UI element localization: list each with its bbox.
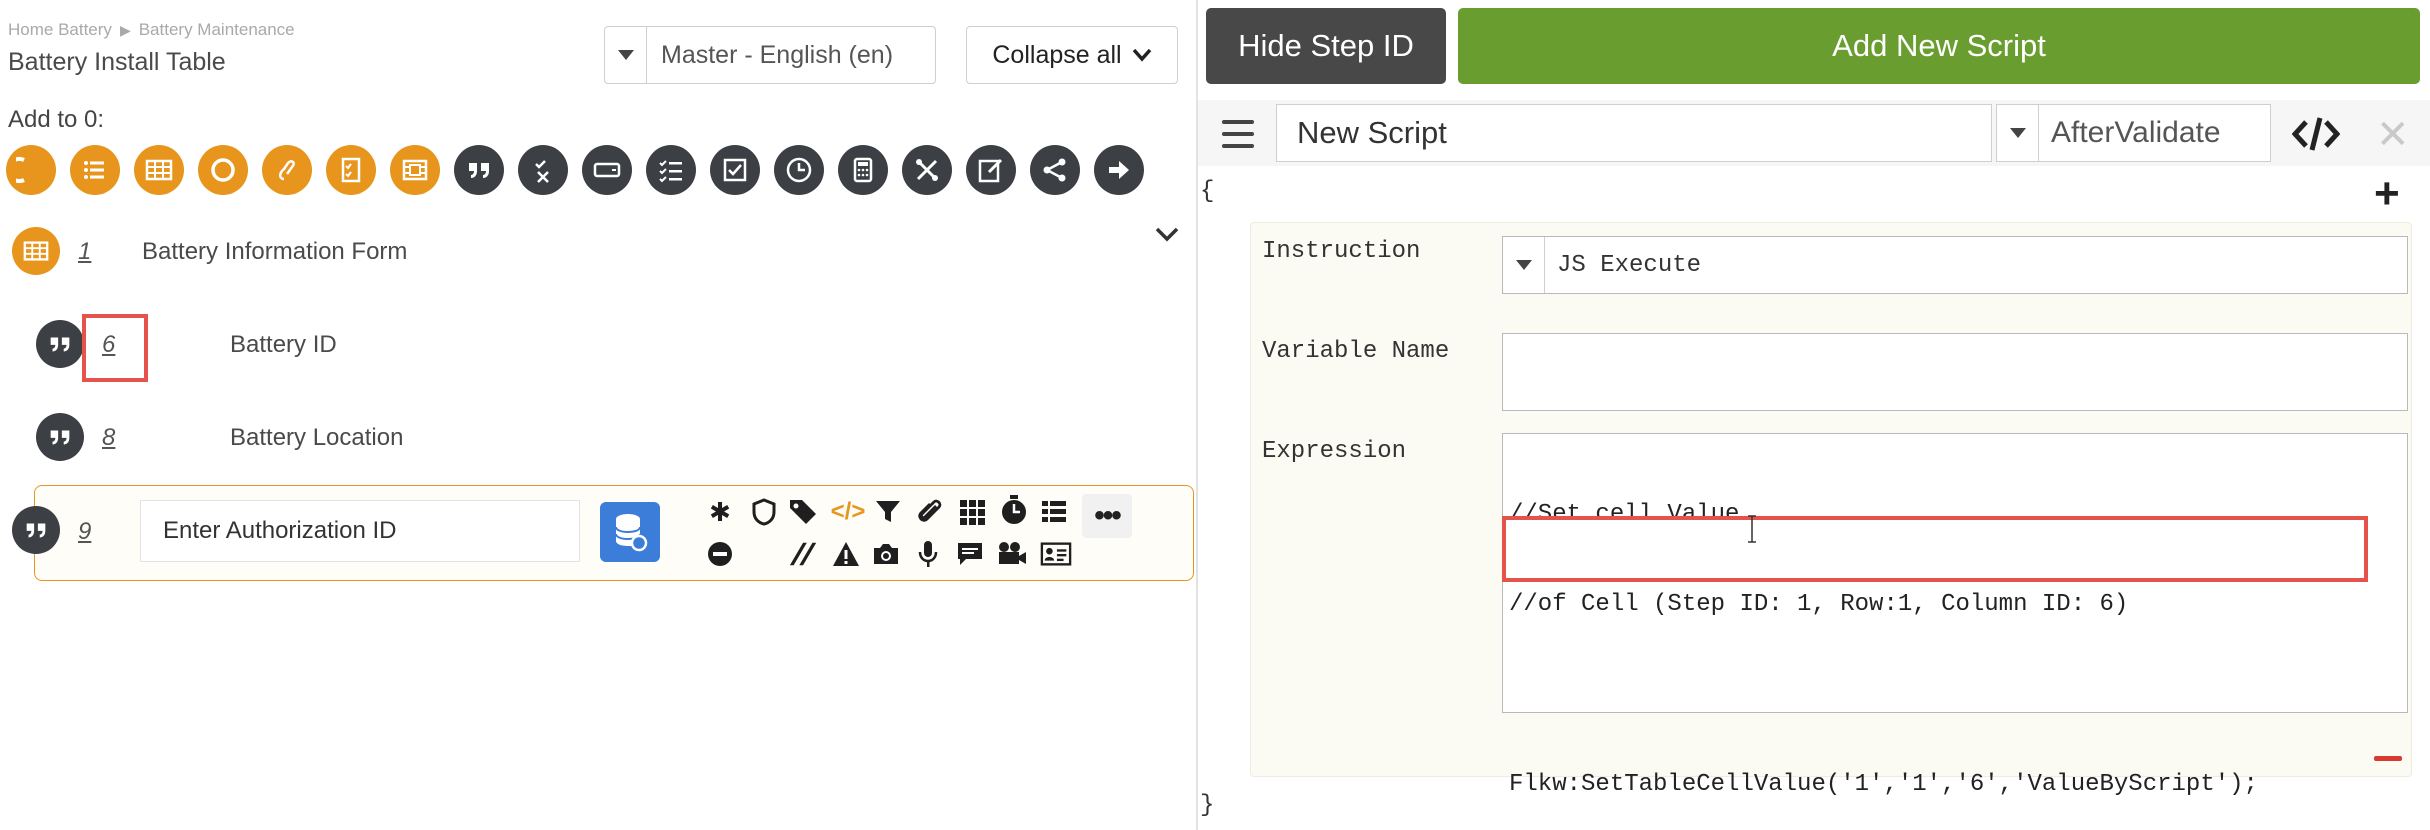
database-link-icon[interactable] xyxy=(600,502,660,562)
table-icon[interactable] xyxy=(134,145,184,195)
film-icon[interactable] xyxy=(390,145,440,195)
instruction-select-value: JS Execute xyxy=(1557,251,1702,279)
text-cursor-icon xyxy=(1748,515,1756,543)
tools-icon[interactable] xyxy=(902,145,952,195)
collapse-all-button[interactable]: Collapse all xyxy=(966,26,1178,84)
list-table-icon[interactable] xyxy=(1038,496,1070,528)
filter-icon[interactable] xyxy=(872,496,904,528)
paperclip-icon[interactable] xyxy=(914,496,946,528)
grid-icon[interactable] xyxy=(956,496,988,528)
page-title: Battery Install Table xyxy=(8,48,226,76)
close-brace: } xyxy=(1200,792,1215,819)
collapse-all-label: Collapse all xyxy=(992,40,1122,69)
id-card-icon[interactable] xyxy=(1040,538,1072,570)
card-icon[interactable] xyxy=(582,145,632,195)
breadcrumb: Home Battery ▶ Battery Maintenance xyxy=(8,20,295,40)
quote-icon[interactable] xyxy=(454,145,504,195)
step-label: Battery ID xyxy=(230,331,337,358)
expression-line: //of Cell (Step ID: 1, Row:1, Column ID:… xyxy=(1509,591,2129,618)
step-number-link[interactable]: 9 xyxy=(78,518,91,546)
microphone-icon[interactable] xyxy=(912,538,944,570)
step-label: Battery Information Form xyxy=(142,238,408,265)
warning-icon[interactable] xyxy=(830,538,862,570)
stopwatch-icon[interactable] xyxy=(998,494,1030,526)
quote-icon xyxy=(36,413,84,461)
slash-ramp-icon[interactable] xyxy=(788,538,820,570)
highlight-box xyxy=(82,314,148,382)
comment-icon[interactable] xyxy=(954,538,986,570)
clock-icon[interactable] xyxy=(774,145,824,195)
step-type-toolbar xyxy=(6,145,1144,195)
partial-circle-icon[interactable] xyxy=(6,145,56,195)
quote-icon xyxy=(12,506,60,554)
step-number-link[interactable]: 1 xyxy=(78,238,91,266)
edit-icon[interactable] xyxy=(966,145,1016,195)
hide-step-id-button[interactable]: Hide Step ID xyxy=(1206,8,1446,84)
caret-down-icon[interactable] xyxy=(1503,237,1545,293)
open-brace: { xyxy=(1200,178,1215,205)
breadcrumb-separator: ▶ xyxy=(119,21,131,38)
chevron-down-icon xyxy=(1132,48,1151,62)
highlight-box xyxy=(1502,516,2368,582)
camera-icon[interactable] xyxy=(870,538,902,570)
link-icon[interactable] xyxy=(262,145,312,195)
instruction-select[interactable]: JS Execute xyxy=(1502,236,2408,294)
variable-name-label: Variable Name xyxy=(1262,338,1450,365)
arrow-right-icon[interactable] xyxy=(1094,145,1144,195)
multi-check-icon[interactable] xyxy=(646,145,696,195)
minus-circle-icon[interactable] xyxy=(704,538,736,570)
table-icon xyxy=(12,227,60,275)
ring-icon[interactable] xyxy=(198,145,248,195)
checklist-icon[interactable] xyxy=(326,145,376,195)
event-select-value: AfterValidate xyxy=(2051,116,2221,149)
tags-icon[interactable] xyxy=(788,496,820,528)
code-view-icon[interactable] xyxy=(2292,114,2340,154)
step-label: Battery Location xyxy=(230,424,404,451)
quote-icon xyxy=(36,320,84,368)
check-x-icon[interactable] xyxy=(518,145,568,195)
instruction-label: Instruction xyxy=(1262,238,1421,265)
chevron-down-icon[interactable] xyxy=(1154,226,1180,244)
variable-name-input[interactable] xyxy=(1502,333,2408,411)
step-label-input[interactable]: Enter Authorization ID xyxy=(140,500,580,562)
asterisk-icon[interactable]: ✱ xyxy=(704,496,736,528)
calculator-icon[interactable] xyxy=(838,145,888,195)
language-select-value: Master - English (en) xyxy=(661,40,894,69)
expression-line xyxy=(1509,680,2401,710)
close-icon[interactable]: ✕ xyxy=(2376,112,2410,158)
add-to-label: Add to 0: xyxy=(8,106,105,133)
video-camera-icon[interactable] xyxy=(996,538,1028,570)
add-instruction-button[interactable]: + xyxy=(2374,172,2400,216)
checkbox-icon[interactable] xyxy=(710,145,760,195)
script-name-input[interactable]: New Script xyxy=(1276,104,1992,162)
script-editor-pane: Hide Step ID Add New Script New Script A… xyxy=(1198,0,2430,830)
language-select[interactable]: Master - English (en) xyxy=(604,26,936,84)
caret-down-icon[interactable] xyxy=(1997,105,2039,161)
share-icon[interactable] xyxy=(1030,145,1080,195)
caret-down-icon[interactable] xyxy=(605,27,647,83)
expression-label: Expression xyxy=(1262,438,1407,465)
remove-instruction-button[interactable] xyxy=(2374,756,2402,761)
step-number-link[interactable]: 8 xyxy=(102,424,115,452)
breadcrumb-item-maintenance[interactable]: Battery Maintenance xyxy=(139,20,295,40)
shield-icon[interactable] xyxy=(748,496,780,528)
add-new-script-button[interactable]: Add New Script xyxy=(1458,8,2420,84)
event-select[interactable]: AfterValidate xyxy=(1996,104,2271,162)
list-icon[interactable] xyxy=(70,145,120,195)
breadcrumb-item-home[interactable]: Home Battery xyxy=(8,20,112,40)
code-icon[interactable]: </> xyxy=(831,496,866,528)
more-options-button[interactable]: ••• xyxy=(1082,494,1132,538)
step-editor-pane: Home Battery ▶ Battery Maintenance Batte… xyxy=(0,0,1196,830)
menu-icon[interactable] xyxy=(1222,120,1254,148)
expression-line: Flkw:SetTableCellValue('1','1','6','Valu… xyxy=(1509,771,2258,798)
